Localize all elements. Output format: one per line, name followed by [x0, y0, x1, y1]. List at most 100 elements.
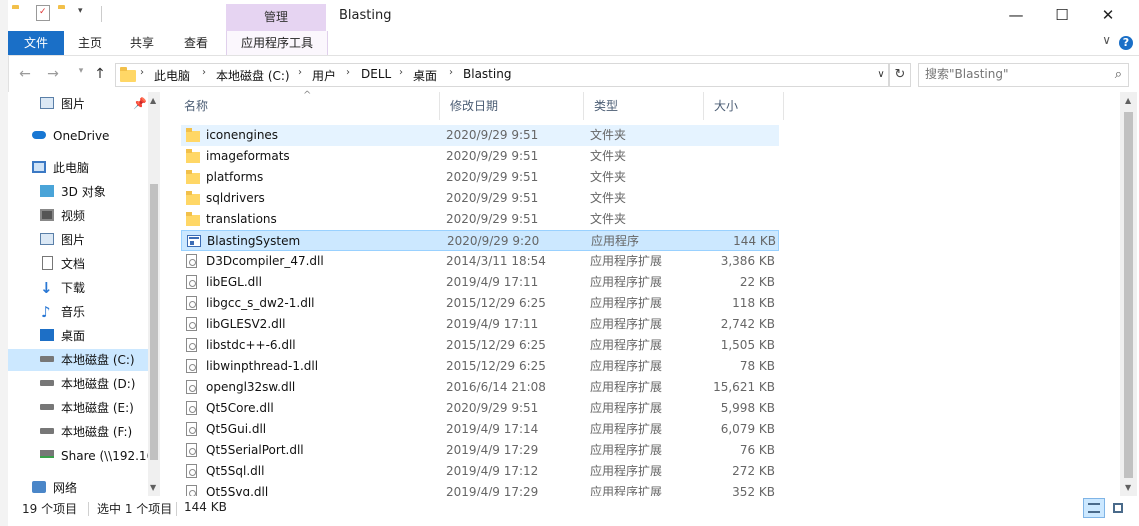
- file-row[interactable]: Qt5Core.dll 2020/9/29 9:51 应用程序扩展 5,998 KB: [181, 398, 779, 419]
- file-row[interactable]: Qt5Sql.dll 2019/4/9 17:12 应用程序扩展 272 KB: [181, 461, 779, 482]
- details-view-icon[interactable]: [1083, 498, 1105, 518]
- nav-item-onedrive[interactable]: OneDrive: [8, 125, 148, 147]
- tab-home[interactable]: 主页: [68, 31, 112, 55]
- file-row[interactable]: libstdc++-6.dll 2015/12/29 6:25 应用程序扩展 1,50…: [181, 335, 779, 356]
- column-type[interactable]: 类型: [584, 92, 704, 120]
- file-row[interactable]: BlastingSystem 2020/9/29 9:20 应用程序 144 KB: [181, 230, 779, 251]
- forward-icon[interactable]: →: [44, 66, 62, 84]
- file-date-modified: 2019/4/9 17:11: [446, 275, 539, 289]
- file-row[interactable]: libgcc_s_dw2-1.dll 2015/12/29 6:25 应用程序扩展 1…: [181, 293, 779, 314]
- nav-item-documents[interactable]: 文档: [8, 253, 148, 275]
- file-name: Qt5SerialPort.dll: [206, 443, 304, 457]
- dll-file-icon: [186, 338, 197, 352]
- minimize-button[interactable]: —: [1006, 6, 1026, 26]
- file-size: 6,079 KB: [720, 422, 775, 436]
- file-list-scrollbar[interactable]: ▲ ▼: [1120, 92, 1137, 496]
- close-button[interactable]: ✕: [1098, 6, 1118, 26]
- nav-item-drive-e[interactable]: 本地磁盘 (E:): [8, 397, 148, 419]
- nav-item-network[interactable]: 网络: [8, 477, 148, 496]
- scroll-up-icon[interactable]: ▲: [1125, 96, 1131, 105]
- back-icon[interactable]: ←: [16, 66, 34, 84]
- nav-item-music[interactable]: ♪ 音乐: [8, 301, 148, 323]
- file-size: 15,621 KB: [713, 380, 775, 394]
- large-icons-view-icon[interactable]: [1108, 498, 1130, 518]
- customize-quick-access-icon[interactable]: ▾: [78, 6, 83, 16]
- crumb-drive-c[interactable]: 本地磁盘 (C:): [216, 67, 290, 84]
- folder-row[interactable]: imageformats 2020/9/29 9:51 文件夹: [181, 146, 779, 167]
- status-bar: 19 个项目 选中 1 个项目 144 KB: [8, 496, 1139, 526]
- file-list-scroll-thumb[interactable]: [1124, 112, 1133, 478]
- file-row[interactable]: libEGL.dll 2019/4/9 17:11 应用程序扩展 22 KB: [181, 272, 779, 293]
- nav-scroll-thumb[interactable]: [150, 184, 158, 460]
- crumb-users[interactable]: 用户: [312, 67, 336, 84]
- nav-item-share[interactable]: Share (\\192.16: [8, 445, 154, 467]
- file-type: 应用程序扩展: [590, 317, 663, 331]
- manage-context-tab[interactable]: 管理: [226, 4, 326, 31]
- crumb-separator-icon[interactable]: ›: [399, 67, 403, 78]
- file-type: 应用程序扩展: [590, 380, 663, 394]
- address-bar[interactable]: › 此电脑 › 本地磁盘 (C:) › 用户 › DELL › 桌面 › Bla…: [115, 63, 889, 87]
- search-icon[interactable]: ⌕: [1115, 67, 1122, 82]
- search-box[interactable]: ⌕: [918, 63, 1129, 87]
- up-icon[interactable]: ↑: [91, 66, 109, 84]
- nav-item-drive-d[interactable]: 本地磁盘 (D:): [8, 373, 148, 395]
- selection-count: 选中 1 个项目: [97, 502, 173, 516]
- pin-icon[interactable]: 📌: [133, 93, 147, 115]
- crumb-separator-icon[interactable]: ›: [140, 67, 144, 78]
- file-name: libGLESV2.dll: [206, 317, 286, 331]
- file-row[interactable]: Qt5SerialPort.dll 2019/4/9 17:29 应用程序扩展 76 …: [181, 440, 779, 461]
- folder-row[interactable]: translations 2020/9/29 9:51 文件夹: [181, 209, 779, 230]
- nav-item-downloads[interactable]: ↓ 下载: [8, 277, 148, 299]
- file-name: BlastingSystem: [207, 234, 301, 248]
- address-folder-icon: [120, 67, 136, 82]
- nav-item-desktop[interactable]: 桌面: [8, 325, 148, 347]
- column-header: ^ 名称 修改日期 类型 大小: [160, 90, 1120, 120]
- folder-row[interactable]: sqldrivers 2020/9/29 9:51 文件夹: [181, 188, 779, 209]
- crumb-desktop[interactable]: 桌面: [413, 67, 437, 84]
- scroll-down-icon[interactable]: ▼: [1125, 483, 1131, 492]
- nav-item-3d-objects[interactable]: 3D 对象: [8, 181, 148, 203]
- crumb-separator-icon[interactable]: ›: [298, 67, 302, 78]
- folder-row[interactable]: platforms 2020/9/29 9:51 文件夹: [181, 167, 779, 188]
- crumb-separator-icon[interactable]: ›: [449, 67, 453, 78]
- refresh-icon[interactable]: ↻: [889, 63, 911, 87]
- tab-share[interactable]: 共享: [120, 31, 164, 55]
- crumb-this-pc[interactable]: 此电脑: [154, 67, 190, 84]
- nav-item-videos[interactable]: 视频: [8, 205, 148, 227]
- nav-scrollbar[interactable]: ▲ ▼: [148, 92, 160, 496]
- search-input[interactable]: [925, 67, 1100, 81]
- folder-row[interactable]: iconengines 2020/9/29 9:51 文件夹: [181, 125, 779, 146]
- file-type: 应用程序扩展: [590, 401, 663, 415]
- scroll-down-icon[interactable]: ▼: [150, 483, 156, 492]
- crumb-separator-icon[interactable]: ›: [202, 67, 206, 78]
- scroll-up-icon[interactable]: ▲: [150, 96, 156, 105]
- file-row[interactable]: libwinpthread-1.dll 2015/12/29 6:25 应用程序扩展…: [181, 356, 779, 377]
- help-icon[interactable]: ?: [1119, 36, 1133, 50]
- file-row[interactable]: libGLESV2.dll 2019/4/9 17:11 应用程序扩展 2,742 K…: [181, 314, 779, 335]
- file-row[interactable]: D3Dcompiler_47.dll 2014/3/11 18:54 应用程序扩展 3…: [181, 251, 779, 272]
- tab-view[interactable]: 查看: [174, 31, 218, 55]
- tab-file[interactable]: 文件: [8, 31, 64, 55]
- nav-item-pictures-pinned[interactable]: 图片 📌: [8, 93, 148, 115]
- crumb-blasting[interactable]: Blasting: [463, 67, 511, 81]
- column-size[interactable]: 大小: [704, 92, 784, 120]
- crumb-separator-icon[interactable]: ›: [346, 67, 350, 78]
- crumb-dell[interactable]: DELL: [361, 67, 391, 81]
- recent-locations-icon[interactable]: ▾: [72, 66, 90, 84]
- column-name[interactable]: 名称: [174, 92, 440, 120]
- file-row[interactable]: opengl32sw.dll 2016/6/14 21:08 应用程序扩展 15,62…: [181, 377, 779, 398]
- nav-item-drive-f[interactable]: 本地磁盘 (F:): [8, 421, 148, 443]
- file-type: 文件夹: [590, 170, 627, 184]
- file-type: 文件夹: [590, 191, 627, 205]
- properties-icon[interactable]: ✓: [36, 5, 50, 21]
- address-dropdown-icon[interactable]: ∨: [873, 64, 889, 86]
- file-row[interactable]: Qt5Gui.dll 2019/4/9 17:14 应用程序扩展 6,079 KB: [181, 419, 779, 440]
- expand-ribbon-icon[interactable]: ∨: [1102, 33, 1111, 47]
- maximize-button[interactable]: ☐: [1052, 6, 1072, 26]
- nav-item-drive-c[interactable]: 本地磁盘 (C:): [8, 349, 148, 371]
- nav-item-this-pc[interactable]: 此电脑: [8, 157, 148, 179]
- tab-application-tools[interactable]: 应用程序工具: [226, 31, 328, 55]
- drive-icon: [40, 380, 54, 386]
- nav-item-pictures[interactable]: 图片: [8, 229, 148, 251]
- column-date-modified[interactable]: 修改日期: [440, 92, 584, 120]
